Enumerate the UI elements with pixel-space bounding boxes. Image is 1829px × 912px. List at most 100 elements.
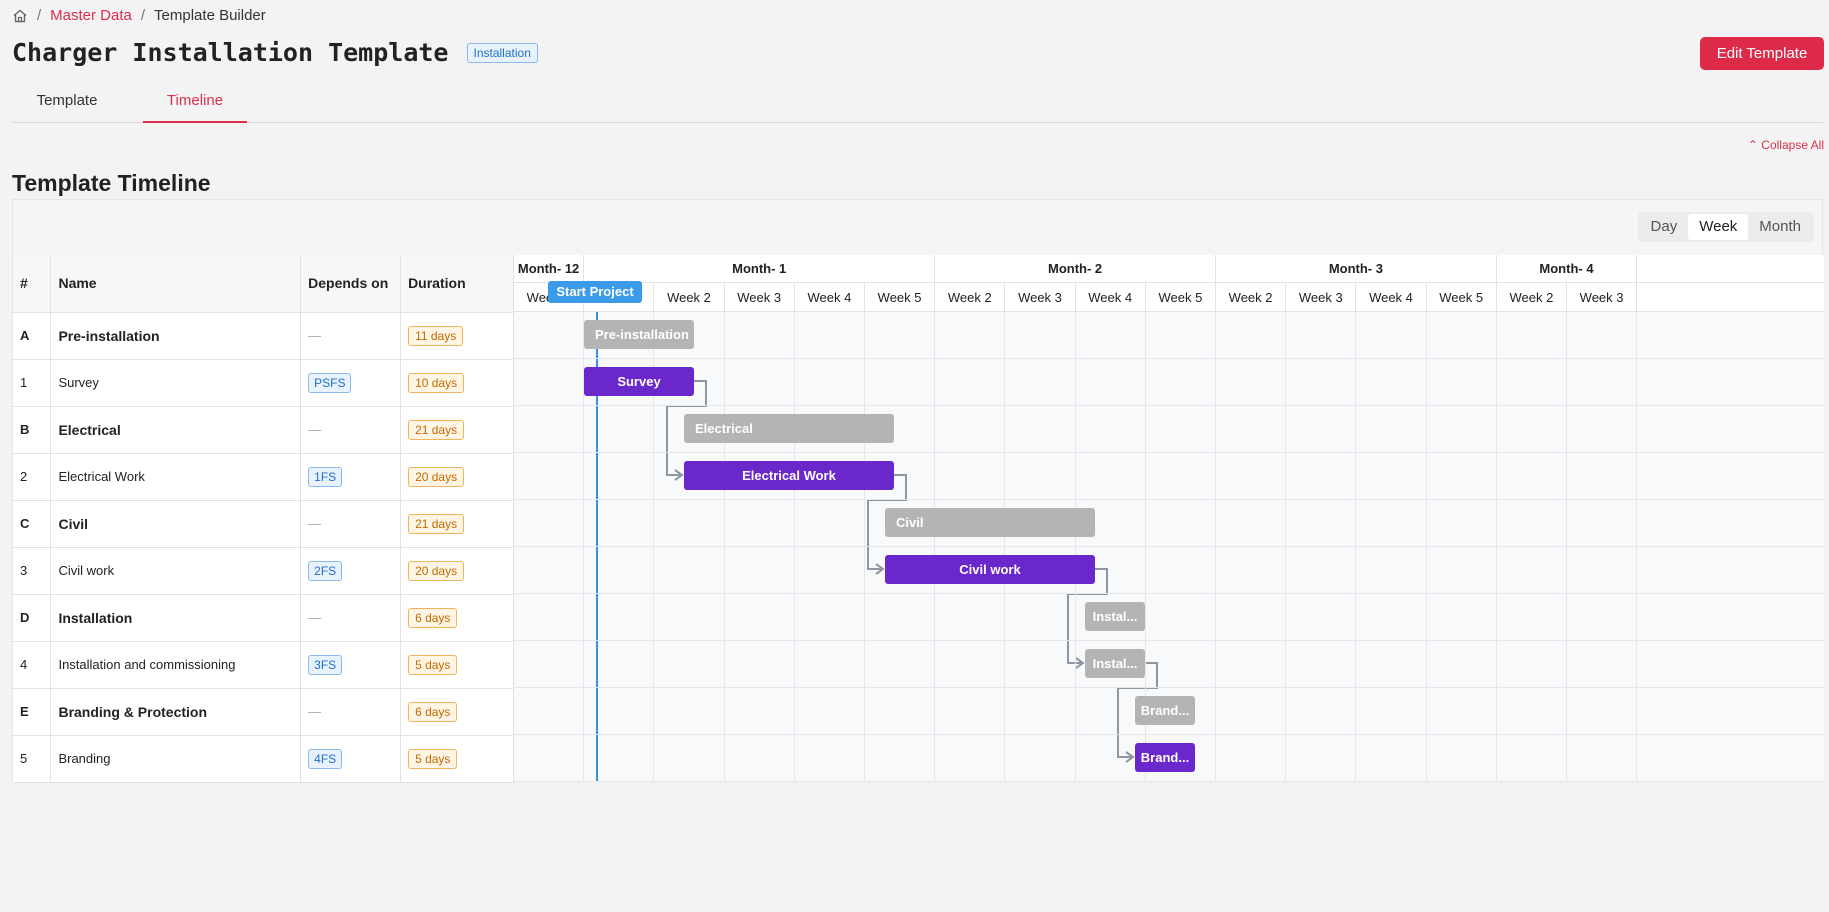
- view-week-button[interactable]: Week: [1688, 214, 1749, 240]
- home-icon[interactable]: [12, 8, 28, 24]
- empty-dependency: —: [308, 516, 322, 531]
- duration-badge: 11 days: [408, 326, 464, 346]
- timeline-grid: # Name Depends on Duration A Pre-installa…: [13, 255, 1824, 783]
- table-row[interactable]: 5 Branding 4FS 5 days: [13, 735, 514, 783]
- grid-row-line: [514, 687, 1824, 688]
- grid-column-line: [1215, 312, 1216, 782]
- row-index: C: [13, 500, 52, 548]
- row-duration: 20 days: [400, 453, 514, 501]
- grid-row-line: [514, 546, 1824, 547]
- row-index: 5: [13, 735, 52, 783]
- col-header-duration: Duration: [400, 255, 514, 313]
- breadcrumb-separator: /: [140, 7, 146, 24]
- table-row[interactable]: A Pre-installation — 11 days: [13, 312, 514, 360]
- grid-column-line: [1355, 312, 1357, 782]
- gantt-bar[interactable]: Pre-installation: [584, 320, 694, 349]
- breadcrumb-master-data[interactable]: Master Data: [50, 7, 132, 24]
- col-header-index: #: [13, 255, 52, 313]
- row-name: Pre-installation: [50, 312, 302, 360]
- duration-badge: 21 days: [408, 420, 465, 440]
- duration-badge: 20 days: [408, 467, 465, 487]
- row-depends: 3FS: [300, 641, 402, 689]
- view-day-button[interactable]: Day: [1640, 214, 1689, 240]
- row-name: Branding: [50, 735, 302, 783]
- col-header-name: Name: [50, 255, 302, 313]
- grid-column-line: [1004, 312, 1006, 782]
- timeline-panel: Day Week Month # Name Depends on Duratio…: [12, 199, 1824, 783]
- grid-column-line: [723, 312, 725, 782]
- gantt-bar[interactable]: Brand...: [1135, 743, 1195, 772]
- grid-row-line: [514, 358, 1824, 359]
- duration-badge: 20 days: [408, 561, 465, 581]
- row-index: B: [13, 406, 52, 454]
- duration-badge: 6 days: [408, 608, 458, 628]
- row-name: Civil work: [50, 547, 302, 595]
- duration-badge: 10 days: [408, 373, 465, 393]
- gantt-bar[interactable]: Electrical: [684, 414, 894, 443]
- row-index: 3: [13, 547, 52, 595]
- table-row[interactable]: 3 Civil work 2FS 20 days: [13, 547, 514, 595]
- dependency-badge: 4FS: [308, 749, 343, 769]
- table-row[interactable]: 2 Electrical Work 1FS 20 days: [13, 453, 514, 501]
- grid-row-line: [514, 734, 1824, 735]
- grid-column-line: [864, 312, 865, 782]
- table-row[interactable]: 1 Survey PSFS 10 days: [13, 359, 514, 407]
- grid-column-line: [1636, 312, 1638, 782]
- row-name: Branding & Protection: [50, 688, 302, 736]
- tab-bar: Template Timeline: [12, 88, 1823, 123]
- start-project-marker[interactable]: Start Project: [548, 281, 642, 303]
- row-depends: 2FS: [300, 547, 402, 595]
- view-toggle: Day Week Month: [1637, 212, 1814, 242]
- edit-template-button[interactable]: Edit Template: [1700, 37, 1824, 70]
- gantt-bar[interactable]: Instal...: [1085, 649, 1145, 678]
- grid-column-line: [1566, 312, 1567, 782]
- table-row[interactable]: D Installation — 6 days: [13, 594, 514, 642]
- page-title: Charger Installation Template: [12, 38, 449, 67]
- row-duration: 6 days: [400, 594, 514, 642]
- collapse-all-button[interactable]: ⌃ Collapse All: [1748, 138, 1824, 152]
- gantt-bar[interactable]: Civil work: [885, 555, 1095, 584]
- table-row[interactable]: E Branding & Protection — 6 days: [13, 688, 514, 736]
- grid-row-line: [514, 593, 1824, 594]
- grid-column-line: [793, 312, 795, 782]
- duration-badge: 5 days: [408, 749, 458, 769]
- row-duration: 21 days: [400, 406, 514, 454]
- row-depends: —: [300, 312, 402, 360]
- row-duration: 11 days: [400, 312, 514, 360]
- gantt-chart: Month- 12 Month- 1 Month- 2 Month- 3 Month- …: [514, 255, 1824, 782]
- view-month-button[interactable]: Month: [1748, 214, 1812, 240]
- duration-badge: 6 days: [408, 702, 458, 722]
- gantt-bar[interactable]: Electrical Work: [684, 461, 894, 490]
- tab-timeline[interactable]: Timeline: [143, 88, 247, 123]
- row-name: Electrical: [50, 406, 302, 454]
- tab-template[interactable]: Template: [12, 88, 122, 123]
- table-row[interactable]: B Electrical — 21 days: [13, 406, 514, 454]
- gantt-bar[interactable]: Instal...: [1085, 602, 1145, 631]
- table-row[interactable]: C Civil — 21 days: [13, 500, 514, 548]
- row-duration: 21 days: [400, 500, 514, 548]
- row-depends: 4FS: [300, 735, 402, 783]
- row-index: 1: [13, 359, 52, 407]
- row-duration: 20 days: [400, 547, 514, 595]
- grid-row-line: [514, 452, 1824, 453]
- gantt-bar[interactable]: Brand...: [1135, 696, 1195, 725]
- empty-dependency: —: [308, 704, 322, 719]
- chevron-up-icon: ⌃: [1747, 138, 1758, 152]
- row-duration: 5 days: [400, 735, 514, 783]
- row-name: Installation and commissioning: [50, 641, 302, 689]
- row-depends: —: [300, 688, 402, 736]
- title-row: Charger Installation Template Installati…: [12, 38, 538, 67]
- row-name: Installation: [50, 594, 302, 642]
- breadcrumb-separator: /: [37, 7, 42, 24]
- grid-column-line: [1425, 312, 1427, 782]
- row-depends: 1FS: [300, 453, 402, 501]
- breadcrumb-template-builder: Template Builder: [154, 7, 266, 24]
- grid-column-line: [1074, 312, 1076, 782]
- gantt-bar[interactable]: Survey: [584, 367, 694, 396]
- dependency-badge: 3FS: [308, 655, 343, 675]
- table-row[interactable]: 4 Installation and commissioning 3FS 5 days: [13, 641, 514, 689]
- row-depends: —: [300, 406, 402, 454]
- grid-row-line: [514, 405, 1824, 406]
- gantt-bar[interactable]: Civil: [885, 508, 1095, 537]
- dependency-badge: 2FS: [308, 561, 343, 581]
